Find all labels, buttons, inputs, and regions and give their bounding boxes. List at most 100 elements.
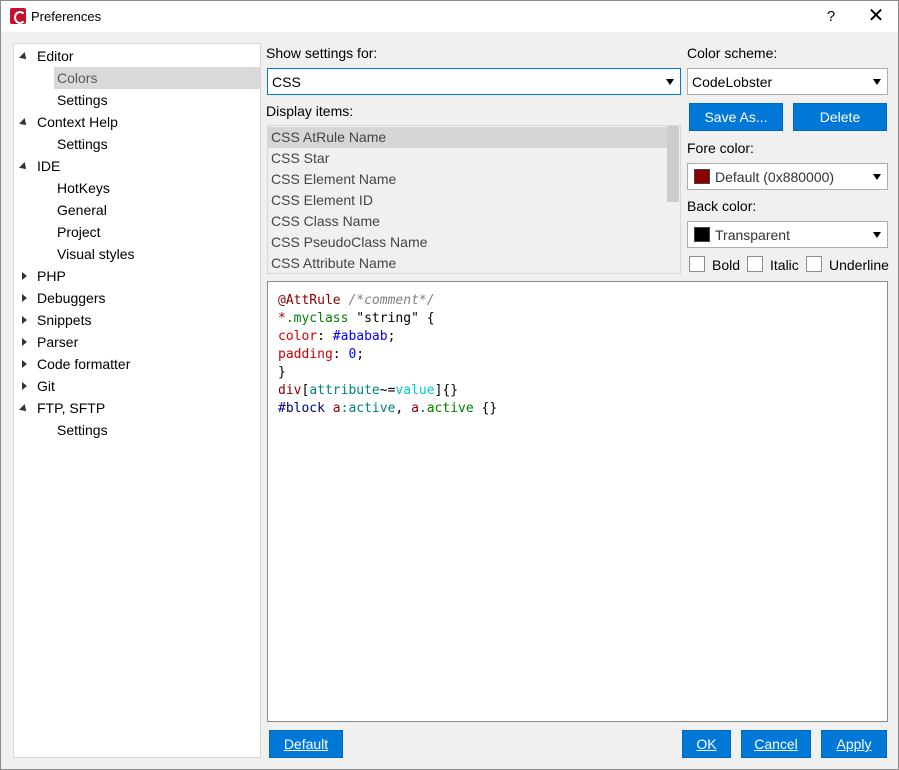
- expand-right-icon[interactable]: [22, 338, 27, 346]
- color-scheme-value: CodeLobster: [692, 74, 773, 90]
- apply-button[interactable]: Apply: [821, 730, 887, 758]
- code-token: ]{}: [434, 383, 459, 398]
- chevron-down-icon: [873, 79, 881, 85]
- display-items-label: Display items:: [266, 103, 354, 119]
- tree-item[interactable]: IDE: [14, 155, 260, 177]
- cancel-button[interactable]: Cancel: [741, 730, 811, 758]
- tree-item[interactable]: FTP, SFTP: [14, 397, 260, 419]
- code-token: "string" {: [348, 311, 435, 326]
- expand-down-icon[interactable]: [19, 118, 29, 128]
- expand-right-icon[interactable]: [22, 316, 27, 324]
- ok-button[interactable]: OK: [682, 730, 731, 758]
- tree-item-label: Debuggers: [37, 290, 106, 306]
- expand-right-icon[interactable]: [22, 272, 27, 280]
- code-token: attribute: [309, 383, 380, 398]
- fore-color-select[interactable]: Default (0x880000): [687, 163, 888, 190]
- close-button[interactable]: ✕: [861, 1, 891, 32]
- fore-color-value: Default (0x880000): [715, 169, 835, 185]
- color-scheme-label: Color scheme:: [687, 45, 778, 61]
- code-token: @AttRule: [278, 293, 341, 308]
- code-token: *: [278, 311, 286, 326]
- display-item[interactable]: CSS Element ID: [268, 190, 668, 211]
- code-line: div[attribute~=value]{}: [278, 382, 497, 400]
- tree-item[interactable]: Visual styles: [14, 243, 260, 265]
- display-item[interactable]: CSS AtRule Name: [268, 127, 668, 148]
- code-token: :: [317, 329, 333, 344]
- delete-button[interactable]: Delete: [793, 103, 887, 131]
- expand-right-icon[interactable]: [22, 294, 27, 302]
- show-settings-label: Show settings for:: [266, 45, 378, 61]
- tree-item-label: Colors: [57, 70, 98, 86]
- display-item[interactable]: CSS PseudoClass Name: [268, 232, 668, 253]
- tree-item[interactable]: Settings: [14, 89, 260, 111]
- tree-item-label: Git: [37, 378, 55, 394]
- language-select-value: CSS: [272, 74, 301, 90]
- app-logo-icon: [10, 8, 26, 24]
- preview-pane[interactable]: @AttRule /*comment*/*.myclass "string" {…: [267, 281, 888, 722]
- tree-item[interactable]: Editor: [14, 45, 260, 67]
- display-items-scrollbar-thumb[interactable]: [667, 126, 679, 202]
- expand-down-icon[interactable]: [19, 52, 29, 62]
- tree-item[interactable]: Settings: [14, 133, 260, 155]
- code-token: :active: [340, 401, 396, 416]
- code-token: }: [278, 365, 286, 380]
- tree-item-label: Code formatter: [37, 356, 131, 372]
- tree-item[interactable]: Debuggers: [14, 287, 260, 309]
- code-token: padding: [278, 347, 333, 362]
- display-item[interactable]: CSS Star: [268, 148, 668, 169]
- chevron-down-icon: [873, 174, 881, 180]
- settings-tree: Editor Colors Settings Context Help Settings…: [13, 43, 261, 758]
- expand-right-icon[interactable]: [22, 360, 27, 368]
- tree-item[interactable]: Snippets: [14, 309, 260, 331]
- tree-item-label: IDE: [37, 158, 61, 174]
- tree-item-label: Settings: [57, 422, 108, 438]
- fore-color-label: Fore color:: [687, 140, 754, 156]
- tree-item[interactable]: Context Help: [14, 111, 260, 133]
- expand-right-icon[interactable]: [22, 382, 27, 390]
- underline-checkbox[interactable]: [806, 256, 822, 272]
- bold-label: Bold: [712, 257, 741, 273]
- language-select[interactable]: CSS: [267, 68, 681, 95]
- code-line: padding: 0;: [278, 346, 497, 364]
- expand-down-icon[interactable]: [19, 404, 29, 414]
- back-color-value: Transparent: [715, 227, 790, 243]
- code-line: @AttRule /*comment*/: [278, 292, 497, 310]
- code-token: div: [278, 383, 302, 398]
- save-as-button[interactable]: Save As...: [689, 103, 783, 131]
- tree-item[interactable]: Colors: [54, 67, 260, 89]
- tree-item[interactable]: Parser: [14, 331, 260, 353]
- tree-item-label: Project: [57, 224, 101, 240]
- tree-item[interactable]: HotKeys: [14, 177, 260, 199]
- code-token: /*comment*/: [348, 293, 435, 308]
- tree-item[interactable]: Git: [14, 375, 260, 397]
- italic-checkbox[interactable]: [747, 256, 763, 272]
- bold-checkbox[interactable]: [689, 256, 705, 272]
- default-button[interactable]: Default: [269, 730, 343, 758]
- title-bar: Preferences ? ✕: [1, 1, 898, 32]
- color-scheme-select[interactable]: CodeLobster: [687, 68, 888, 95]
- tree-item[interactable]: Code formatter: [14, 353, 260, 375]
- tree-item-label: Context Help: [37, 114, 118, 130]
- code-token: :: [332, 347, 349, 362]
- tree-item[interactable]: Project: [14, 221, 260, 243]
- back-color-select[interactable]: Transparent: [687, 221, 888, 248]
- code-token: .active: [418, 401, 474, 416]
- tree-item-label: Visual styles: [57, 246, 135, 262]
- tree-item-label: General: [57, 202, 107, 218]
- code-token: ,: [395, 401, 412, 416]
- tree-item[interactable]: Settings: [14, 419, 260, 441]
- tree-item-label: Snippets: [37, 312, 92, 328]
- tree-item[interactable]: PHP: [14, 265, 260, 287]
- display-item[interactable]: CSS Attribute Name: [268, 253, 668, 273]
- display-item[interactable]: CSS Class Name: [268, 211, 668, 232]
- code-token: a: [411, 401, 419, 416]
- chevron-down-icon: [666, 79, 674, 85]
- display-items-list[interactable]: CSS AtRule Name CSS Star CSS Element Name C…: [267, 125, 681, 274]
- window-title: Preferences: [31, 9, 102, 24]
- display-item[interactable]: CSS Element Name: [268, 169, 668, 190]
- tree-item[interactable]: General: [14, 199, 260, 221]
- help-button[interactable]: ?: [816, 1, 846, 32]
- code-token: a: [332, 401, 341, 416]
- tree-item-label: PHP: [37, 268, 66, 284]
- expand-down-icon[interactable]: [19, 162, 29, 172]
